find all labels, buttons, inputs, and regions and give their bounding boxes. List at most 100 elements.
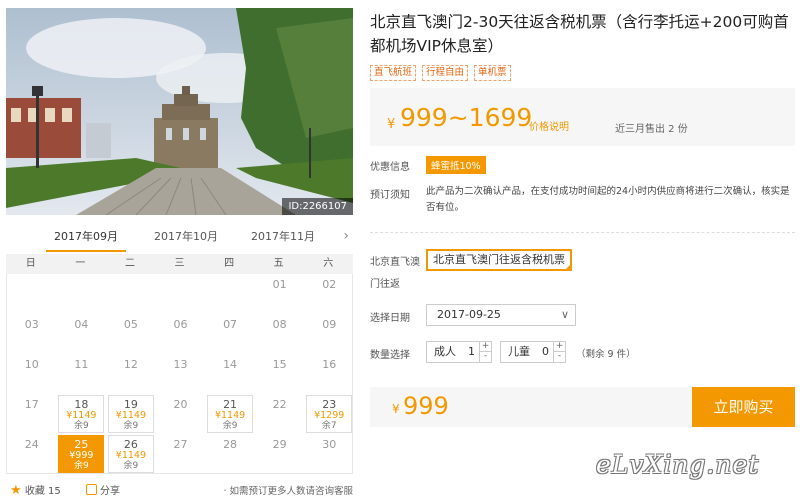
contact-hint[interactable]: · 如需预订更多人数请咨询客服 (223, 483, 353, 497)
day-number: 14 (223, 358, 238, 371)
date-select[interactable]: 2017-09-25 ∨ (426, 304, 576, 326)
day-number: 17 (24, 398, 39, 411)
day-number: 28 (223, 438, 238, 451)
price-panel: ¥ 999~1699 价格说明 近三月售出 2 份 (370, 88, 795, 146)
route-label: 北京直飞澳门往返 (370, 257, 420, 290)
calendar-day: 07 (207, 315, 253, 353)
calendar-day: 06 (158, 315, 204, 353)
selected-corner-icon (564, 263, 572, 271)
calendar-day: 22 (257, 395, 303, 433)
route-option-button[interactable]: 北京直飞澳门往返含税机票 (426, 249, 572, 271)
day-remaining: 余9 (123, 421, 139, 431)
weekday-label: 四 (224, 258, 235, 269)
buy-now-button[interactable]: 立即购买 (692, 387, 795, 427)
calendar-day: 04 (58, 315, 104, 353)
calendar-day: 05 (108, 315, 154, 353)
calendar-grid: 01 02 03 04 05 06 07 08 09 10 11 12 13 14 15 16 17 18 ¥114… (6, 274, 353, 474)
day-remaining: 余9 (123, 461, 139, 471)
weekday-label: 日 (25, 258, 36, 269)
day-price: ¥1149 (115, 450, 147, 461)
day-remaining: 余9 (222, 421, 238, 431)
favorite-button[interactable]: ★ 收藏 15 (10, 482, 61, 497)
next-month-chevron-icon[interactable]: › (343, 228, 349, 244)
action-bar: ★ 收藏 15 分享 · 如需预订更多人数请咨询客服 (6, 480, 353, 497)
weekday-label: 五 (273, 258, 284, 269)
notice-label: 预订须知 (370, 190, 410, 201)
decrement-icon[interactable]: - (554, 352, 565, 362)
weekday-label: 六 (323, 258, 334, 269)
day-price: ¥1149 (214, 410, 246, 421)
tag-badge: 直飞航班 (370, 65, 417, 81)
calendar-day: 30 (306, 435, 352, 473)
share-icon (86, 484, 97, 495)
child-stepper-buttons: + - (553, 342, 565, 362)
day-number: 05 (123, 318, 138, 331)
calendar-day-available[interactable]: 18 ¥1149 余9 (58, 395, 105, 433)
day-price: ¥1149 (66, 410, 97, 421)
calendar-day: 02 (306, 275, 352, 313)
day-number: 24 (24, 438, 39, 451)
calendar-day-available[interactable]: 19 ¥1149 余9 (107, 395, 154, 433)
calendar-day: 11 (58, 355, 104, 393)
day-number: 13 (173, 358, 188, 371)
day-number: 30 (322, 438, 337, 451)
weekday-label: 三 (174, 258, 185, 269)
product-photo[interactable]: ID:2266107 (6, 8, 353, 215)
calendar-day: 17 (9, 395, 55, 433)
calendar-day: 12 (108, 355, 154, 393)
day-number: 12 (123, 358, 138, 371)
calendar-day: 28 (207, 435, 253, 473)
day-number: 09 (322, 318, 337, 331)
day-price: ¥1149 (115, 410, 147, 421)
month-tabs: 2017年09月 2017年10月 2017年11月 › (6, 226, 353, 254)
day-number: 11 (74, 358, 89, 371)
discount-label: 优惠信息 (370, 162, 410, 173)
calendar-day-available[interactable]: 23 ¥1299 余7 (306, 395, 353, 433)
day-number: 07 (223, 318, 238, 331)
share-button[interactable]: 分享 (86, 482, 120, 497)
sold-count: 近三月售出 2 份 (615, 124, 688, 135)
day-number: 08 (272, 318, 287, 331)
coupon-badge: 蜂蜜抵10% (426, 156, 486, 174)
day-number: 10 (24, 358, 39, 371)
calendar-day: 29 (257, 435, 303, 473)
day-number: 01 (272, 278, 287, 291)
quantity-label: 数量选择 (370, 350, 410, 361)
calendar-day-available[interactable]: 21 ¥1149 余9 (207, 395, 254, 433)
calendar-day: 13 (158, 355, 204, 393)
day-number: 15 (272, 358, 287, 371)
day-remaining: 余9 (73, 461, 89, 471)
child-label: 儿童 (508, 345, 530, 358)
watermark-logo: eLvXing.net (596, 450, 760, 479)
date-label: 选择日期 (370, 313, 410, 324)
tab-month-october[interactable]: 2017年10月 (146, 226, 226, 254)
decrement-icon[interactable]: - (480, 352, 491, 362)
weekday-label: 一 (75, 258, 86, 269)
weekday-header: 日 一 二 三 四 五 六 (6, 254, 353, 274)
child-quantity-stepper[interactable]: 儿童 0 + - (500, 341, 566, 363)
child-value[interactable]: 0 (542, 342, 549, 362)
route-option-label: 北京直飞澳门往返含税机票 (433, 253, 565, 266)
adult-quantity-stepper[interactable]: 成人 1 + - (426, 341, 492, 363)
product-tags: 直飞航班 行程自由 单机票 (370, 65, 511, 81)
price-explanation-link[interactable]: 价格说明 (529, 118, 569, 133)
calendar-day-selected[interactable]: 25 ¥999 余9 (58, 435, 105, 473)
day-number: 04 (74, 318, 89, 331)
date-value: 2017-09-25 (437, 308, 501, 321)
calendar-day: 14 (207, 355, 253, 393)
calendar-day: 03 (9, 315, 55, 353)
tab-month-november[interactable]: 2017年11月 (243, 226, 323, 254)
total-currency: ¥ (392, 402, 400, 416)
adult-value[interactable]: 1 (468, 342, 475, 362)
chevron-down-icon: ∨ (560, 308, 569, 321)
total-price: 999 (403, 392, 449, 420)
day-number: 27 (173, 438, 188, 451)
tab-month-september[interactable]: 2017年09月 (46, 226, 126, 254)
calendar-day: 20 (158, 395, 204, 433)
booking-notice: 此产品为二次确认产品，在支付成功时间起的24小时内供应商将进行二次确认，核实是否… (426, 186, 790, 213)
calendar-day: 27 (158, 435, 204, 473)
weekday-label: 二 (124, 258, 135, 269)
calendar-day-available[interactable]: 26 ¥1149 余9 (107, 435, 154, 473)
calendar-day: 09 (306, 315, 352, 353)
star-icon: ★ (10, 483, 22, 497)
